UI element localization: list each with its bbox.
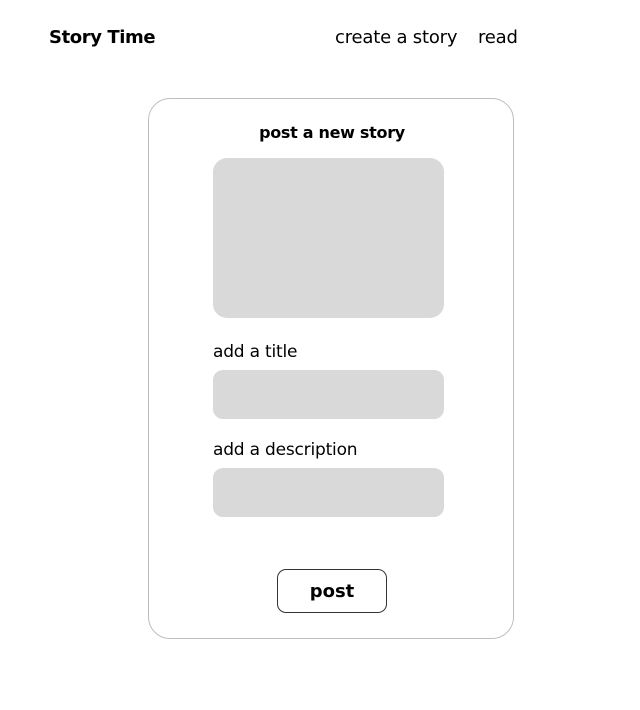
description-input[interactable]	[213, 468, 444, 517]
card-title: post a new story	[259, 123, 405, 142]
description-field-label: add a description	[213, 440, 358, 460]
brand-logo-text[interactable]: Story Time	[49, 27, 156, 48]
nav-read-link[interactable]: read	[478, 27, 518, 48]
image-upload-area[interactable]	[213, 158, 444, 318]
title-field-label: add a title	[213, 342, 298, 362]
new-story-card: post a new story add a title add a descr…	[148, 98, 514, 639]
title-input[interactable]	[213, 370, 444, 419]
nav-create-story-link[interactable]: create a story	[335, 27, 458, 48]
top-bar: Story Time create a story read	[0, 0, 640, 76]
post-button[interactable]: post	[277, 569, 387, 613]
